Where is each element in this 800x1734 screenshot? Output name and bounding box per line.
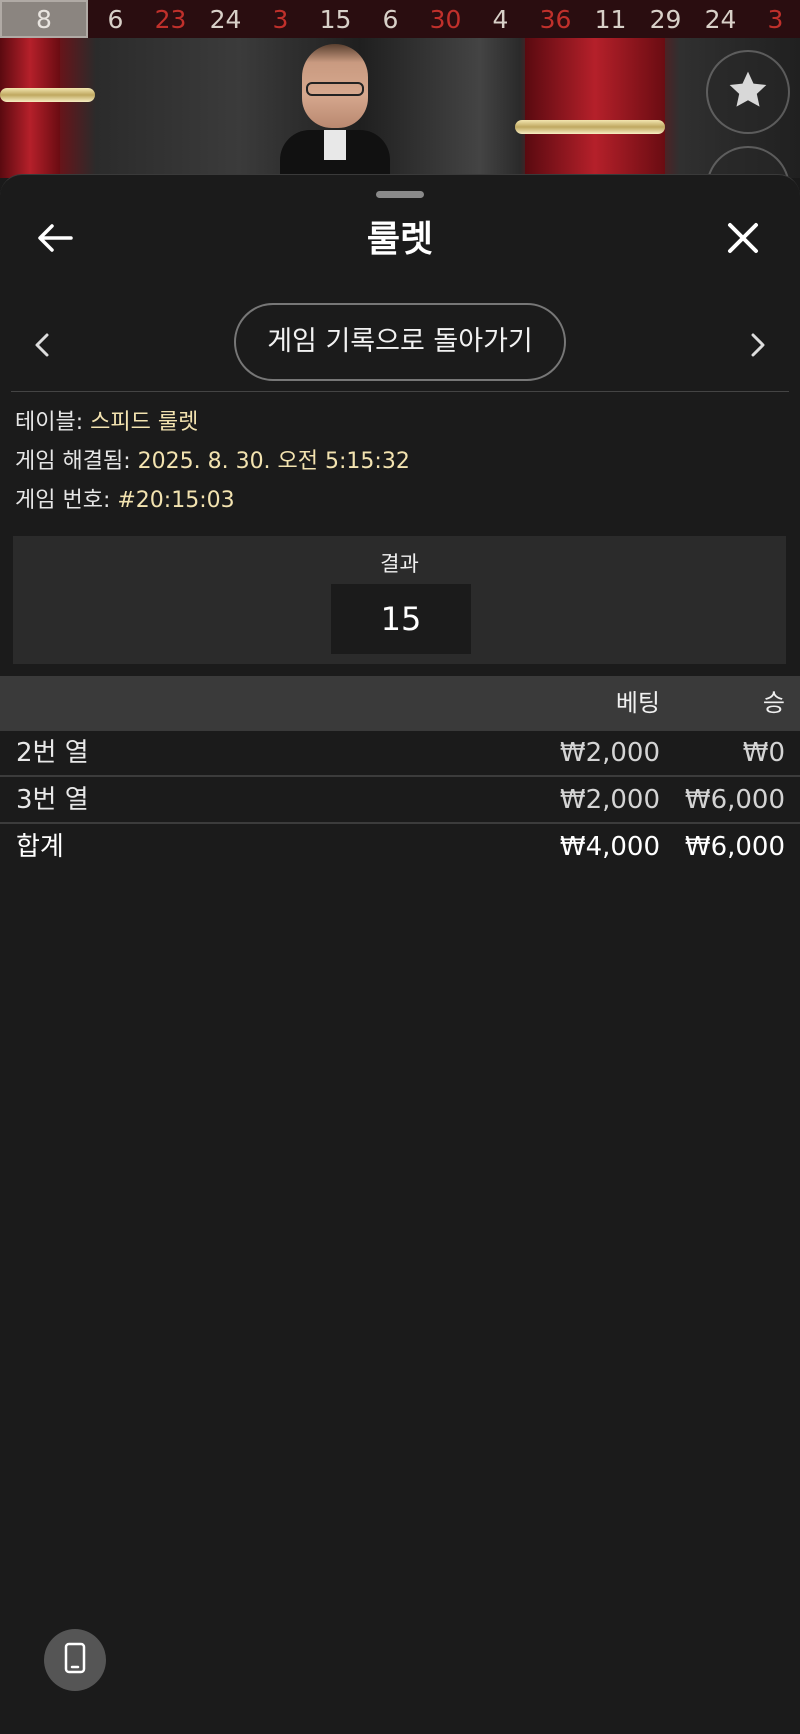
table-info: 테이블: 스피드 룰렛 xyxy=(15,408,198,438)
history-number: 23 xyxy=(154,4,187,34)
table-label: 테이블: xyxy=(15,410,84,435)
win-amount: ₩0 xyxy=(742,738,785,768)
resolved-info: 게임 해결됨: 2025. 8. 30. 오전 5:15:32 xyxy=(15,447,410,477)
result-panel: 결과 15 xyxy=(13,536,786,664)
table-row: 2번 열 ₩2,000 ₩0 xyxy=(0,731,800,777)
back-button[interactable] xyxy=(30,215,80,265)
bet-amount: ₩2,000 xyxy=(559,738,660,768)
next-game-button[interactable] xyxy=(742,325,774,369)
chevron-left-icon xyxy=(34,332,50,362)
page-title: 룰렛 xyxy=(366,219,434,260)
dealer xyxy=(280,44,390,178)
chevron-right-icon xyxy=(750,332,766,362)
round-info: 게임 번호: #20:15:03 xyxy=(15,486,235,516)
pillar-ring xyxy=(515,120,665,134)
divider xyxy=(11,391,789,392)
device-orientation-button[interactable] xyxy=(44,1629,106,1691)
history-number: 15 xyxy=(319,4,352,34)
round-label: 게임 번호: xyxy=(15,488,111,513)
mobile-device-icon xyxy=(64,1642,86,1678)
resolved-label: 게임 해결됨: xyxy=(15,449,131,474)
history-number: 3 xyxy=(767,4,784,34)
star-icon xyxy=(726,68,770,116)
result-number: 15 xyxy=(331,584,471,654)
history-number: 29 xyxy=(649,4,682,34)
history-number: 11 xyxy=(594,4,627,34)
drag-handle[interactable] xyxy=(376,191,424,198)
bets-table-header: 베팅 승 xyxy=(0,676,800,731)
table-row: 3번 열 ₩2,000 ₩6,000 xyxy=(0,778,800,824)
close-button[interactable] xyxy=(718,215,768,265)
history-number: 30 xyxy=(429,4,462,34)
curtain-pillar xyxy=(525,38,665,178)
bet-name: 3번 열 xyxy=(16,785,89,815)
favorite-button[interactable] xyxy=(706,50,790,134)
close-icon xyxy=(727,222,759,258)
history-number: 24 xyxy=(704,4,737,34)
game-details-sheet: 룰렛 게임 기록으로 돌아가기 테이블: 스피드 룰렛 게임 해결됨: 2025… xyxy=(0,174,800,1734)
bet-name: 2번 열 xyxy=(16,738,89,768)
history-number: 4 xyxy=(492,4,509,34)
win-amount: ₩6,000 xyxy=(684,785,785,815)
total-row: 합계 ₩4,000 ₩6,000 xyxy=(0,825,800,871)
bet-column-header: 베팅 xyxy=(615,689,660,717)
win-column-header: 승 xyxy=(762,689,785,717)
curtain-pillar xyxy=(0,38,60,178)
history-number: 8 xyxy=(0,0,88,38)
history-number: 36 xyxy=(539,4,572,34)
pillar-ring xyxy=(0,88,95,102)
history-number: 24 xyxy=(209,4,242,34)
round-value: #20:15:03 xyxy=(117,488,235,513)
resolved-value: 2025. 8. 30. 오전 5:15:32 xyxy=(137,449,410,474)
history-number: 3 xyxy=(272,4,289,34)
live-dealer-video xyxy=(0,38,800,178)
history-number: 6 xyxy=(382,4,399,34)
total-bet: ₩4,000 xyxy=(559,832,660,862)
history-number: 6 xyxy=(107,4,124,34)
previous-game-button[interactable] xyxy=(26,325,58,369)
table-value: 스피드 룰렛 xyxy=(90,410,199,435)
arrow-left-icon xyxy=(37,223,73,257)
back-to-history-button[interactable]: 게임 기록으로 돌아가기 xyxy=(234,303,566,381)
total-win: ₩6,000 xyxy=(684,832,785,862)
result-label: 결과 xyxy=(380,552,419,576)
total-label: 합계 xyxy=(16,832,64,862)
roulette-history-strip: 8 6 23 24 3 15 6 30 4 36 11 29 24 3 xyxy=(0,0,800,38)
bet-amount: ₩2,000 xyxy=(559,785,660,815)
